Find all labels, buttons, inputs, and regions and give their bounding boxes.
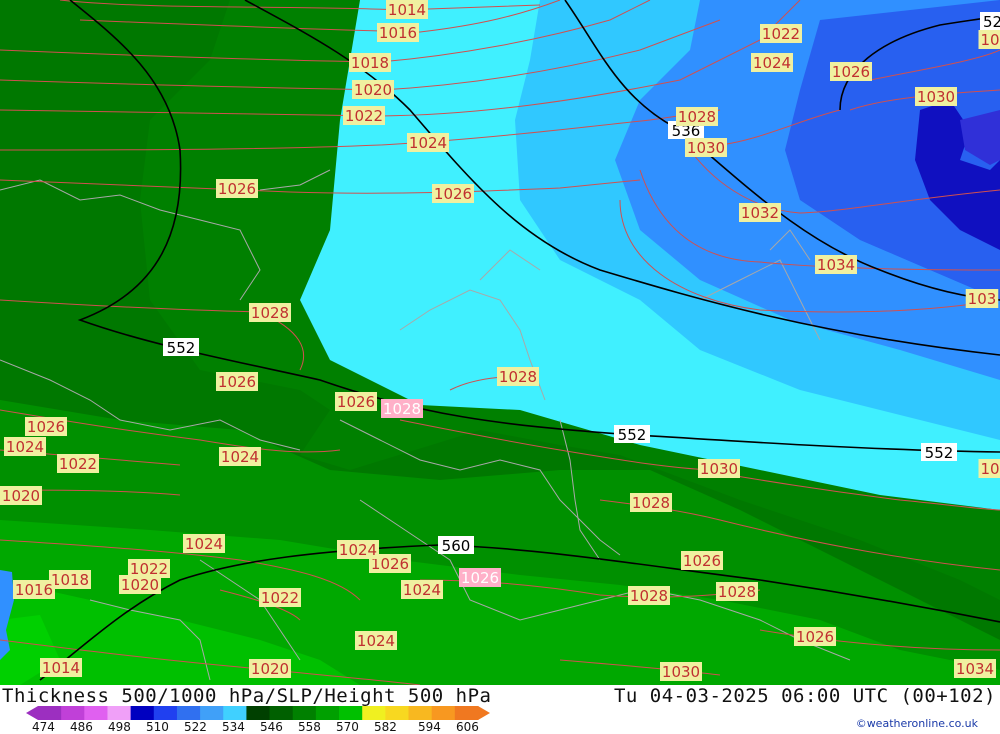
slp-label: 1024 — [409, 134, 447, 152]
colorbar-tick-label: 606 — [456, 720, 479, 734]
slp-label: 1028 — [499, 368, 537, 386]
colorbar-swatch — [455, 706, 479, 720]
slp-label: 1016 — [15, 581, 53, 599]
slp-label: 1020 — [121, 576, 159, 594]
height-label: 52 — [983, 13, 1000, 31]
slp-label: 1024 — [753, 54, 791, 72]
slp-label: 1022 — [345, 107, 383, 125]
slp-label: 1028 — [630, 587, 668, 605]
colorbar-arrow-left — [26, 706, 38, 720]
slp-label: 1022 — [762, 25, 800, 43]
slp-label: 1026 — [337, 393, 375, 411]
height-label: 560 — [442, 537, 471, 555]
slp-label: 1028 — [718, 583, 756, 601]
colorbar-swatch — [223, 706, 247, 720]
slp-label: 1030 — [687, 139, 725, 157]
slp-label: 1032 — [741, 204, 779, 222]
slp-label: 1026 — [218, 180, 256, 198]
slp-label: 1022 — [261, 589, 299, 607]
height-label: 552 — [167, 339, 196, 357]
colorbar-swatch — [131, 706, 155, 720]
slp-label: 1028 — [678, 108, 716, 126]
colorbar-tick-label: 594 — [418, 720, 441, 734]
colorbar-tick-label: 486 — [70, 720, 93, 734]
slp-label: 1026 — [218, 373, 256, 391]
colorbar-swatch — [409, 706, 433, 720]
colorbar-swatch — [339, 706, 363, 720]
slp-label: 1022 — [59, 455, 97, 473]
valid-time: Tu 04-03-2025 06:00 UTC (00+102) — [614, 685, 996, 707]
slp-label: 1024 — [357, 632, 395, 650]
height-label: 552 — [618, 426, 647, 444]
colorbar-swatch — [154, 706, 178, 720]
colorbar-swatch — [246, 706, 270, 720]
colorbar-tick-label: 522 — [184, 720, 207, 734]
colorbar-tick-label: 534 — [222, 720, 245, 734]
colorbar-tick-label: 498 — [108, 720, 131, 734]
colorbar-swatch — [200, 706, 224, 720]
slp-label: 1030 — [917, 88, 955, 106]
slp-label: 1026 — [27, 418, 65, 436]
colorbar-tick-label: 474 — [32, 720, 55, 734]
colorbar-swatch — [38, 706, 62, 720]
slp-label: 1024 — [403, 581, 441, 599]
slp-label: 1024 — [339, 541, 377, 559]
slp-label: 103 — [968, 290, 997, 308]
height-label: 552 — [925, 444, 954, 462]
colorbar-swatch — [385, 706, 409, 720]
slp-label: 1018 — [351, 54, 389, 72]
colorbar-swatch — [84, 706, 108, 720]
slp-label: 1026 — [461, 569, 499, 587]
slp-label: 1024 — [221, 448, 259, 466]
colorbar-swatch — [316, 706, 340, 720]
slp-label: 1026 — [683, 552, 721, 570]
colorbar-swatch — [362, 706, 386, 720]
colorbar-swatch — [177, 706, 201, 720]
colorbar-arrow-right — [478, 706, 490, 720]
slp-label: 1020 — [2, 487, 40, 505]
colorbar-tick-label: 546 — [260, 720, 283, 734]
slp-label: 1034 — [817, 256, 855, 274]
slp-label: 1030 — [700, 460, 738, 478]
colorbar-tick-label: 582 — [374, 720, 397, 734]
colorbar-swatch — [107, 706, 131, 720]
colorbar-swatch — [61, 706, 85, 720]
footer: Thickness 500/1000 hPa/SLP/Height 500 hP… — [0, 685, 1000, 733]
slp-label: 10 — [980, 460, 999, 478]
colorbar-swatch — [432, 706, 456, 720]
slp-label: 1016 — [379, 24, 417, 42]
slp-label: 1026 — [832, 63, 870, 81]
slp-label: 1024 — [6, 438, 44, 456]
slp-label: 1028 — [383, 400, 421, 418]
credit: ©weatheronline.co.uk — [856, 717, 978, 730]
colorbar-swatch — [270, 706, 294, 720]
slp-label: 1014 — [388, 1, 426, 19]
slp-label: 1020 — [251, 660, 289, 678]
slp-label: 1026 — [434, 185, 472, 203]
colorbar-tick-label: 570 — [336, 720, 359, 734]
colorbar-tick-label: 558 — [298, 720, 321, 734]
slp-label: 1034 — [956, 660, 994, 678]
slp-label: 1026 — [796, 628, 834, 646]
slp-label: 1030 — [662, 663, 700, 681]
slp-label: 10 — [980, 31, 999, 49]
slp-label: 1028 — [632, 494, 670, 512]
weather-map: 536 552 552 552 560 52 10141016101810201… — [0, 0, 1000, 685]
slp-label: 1020 — [354, 81, 392, 99]
slp-label: 1018 — [51, 571, 89, 589]
colorbar-tick-label: 510 — [146, 720, 169, 734]
slp-label: 1024 — [185, 535, 223, 553]
colorbar-swatch — [293, 706, 317, 720]
slp-label: 1028 — [251, 304, 289, 322]
slp-label: 1014 — [42, 659, 80, 677]
